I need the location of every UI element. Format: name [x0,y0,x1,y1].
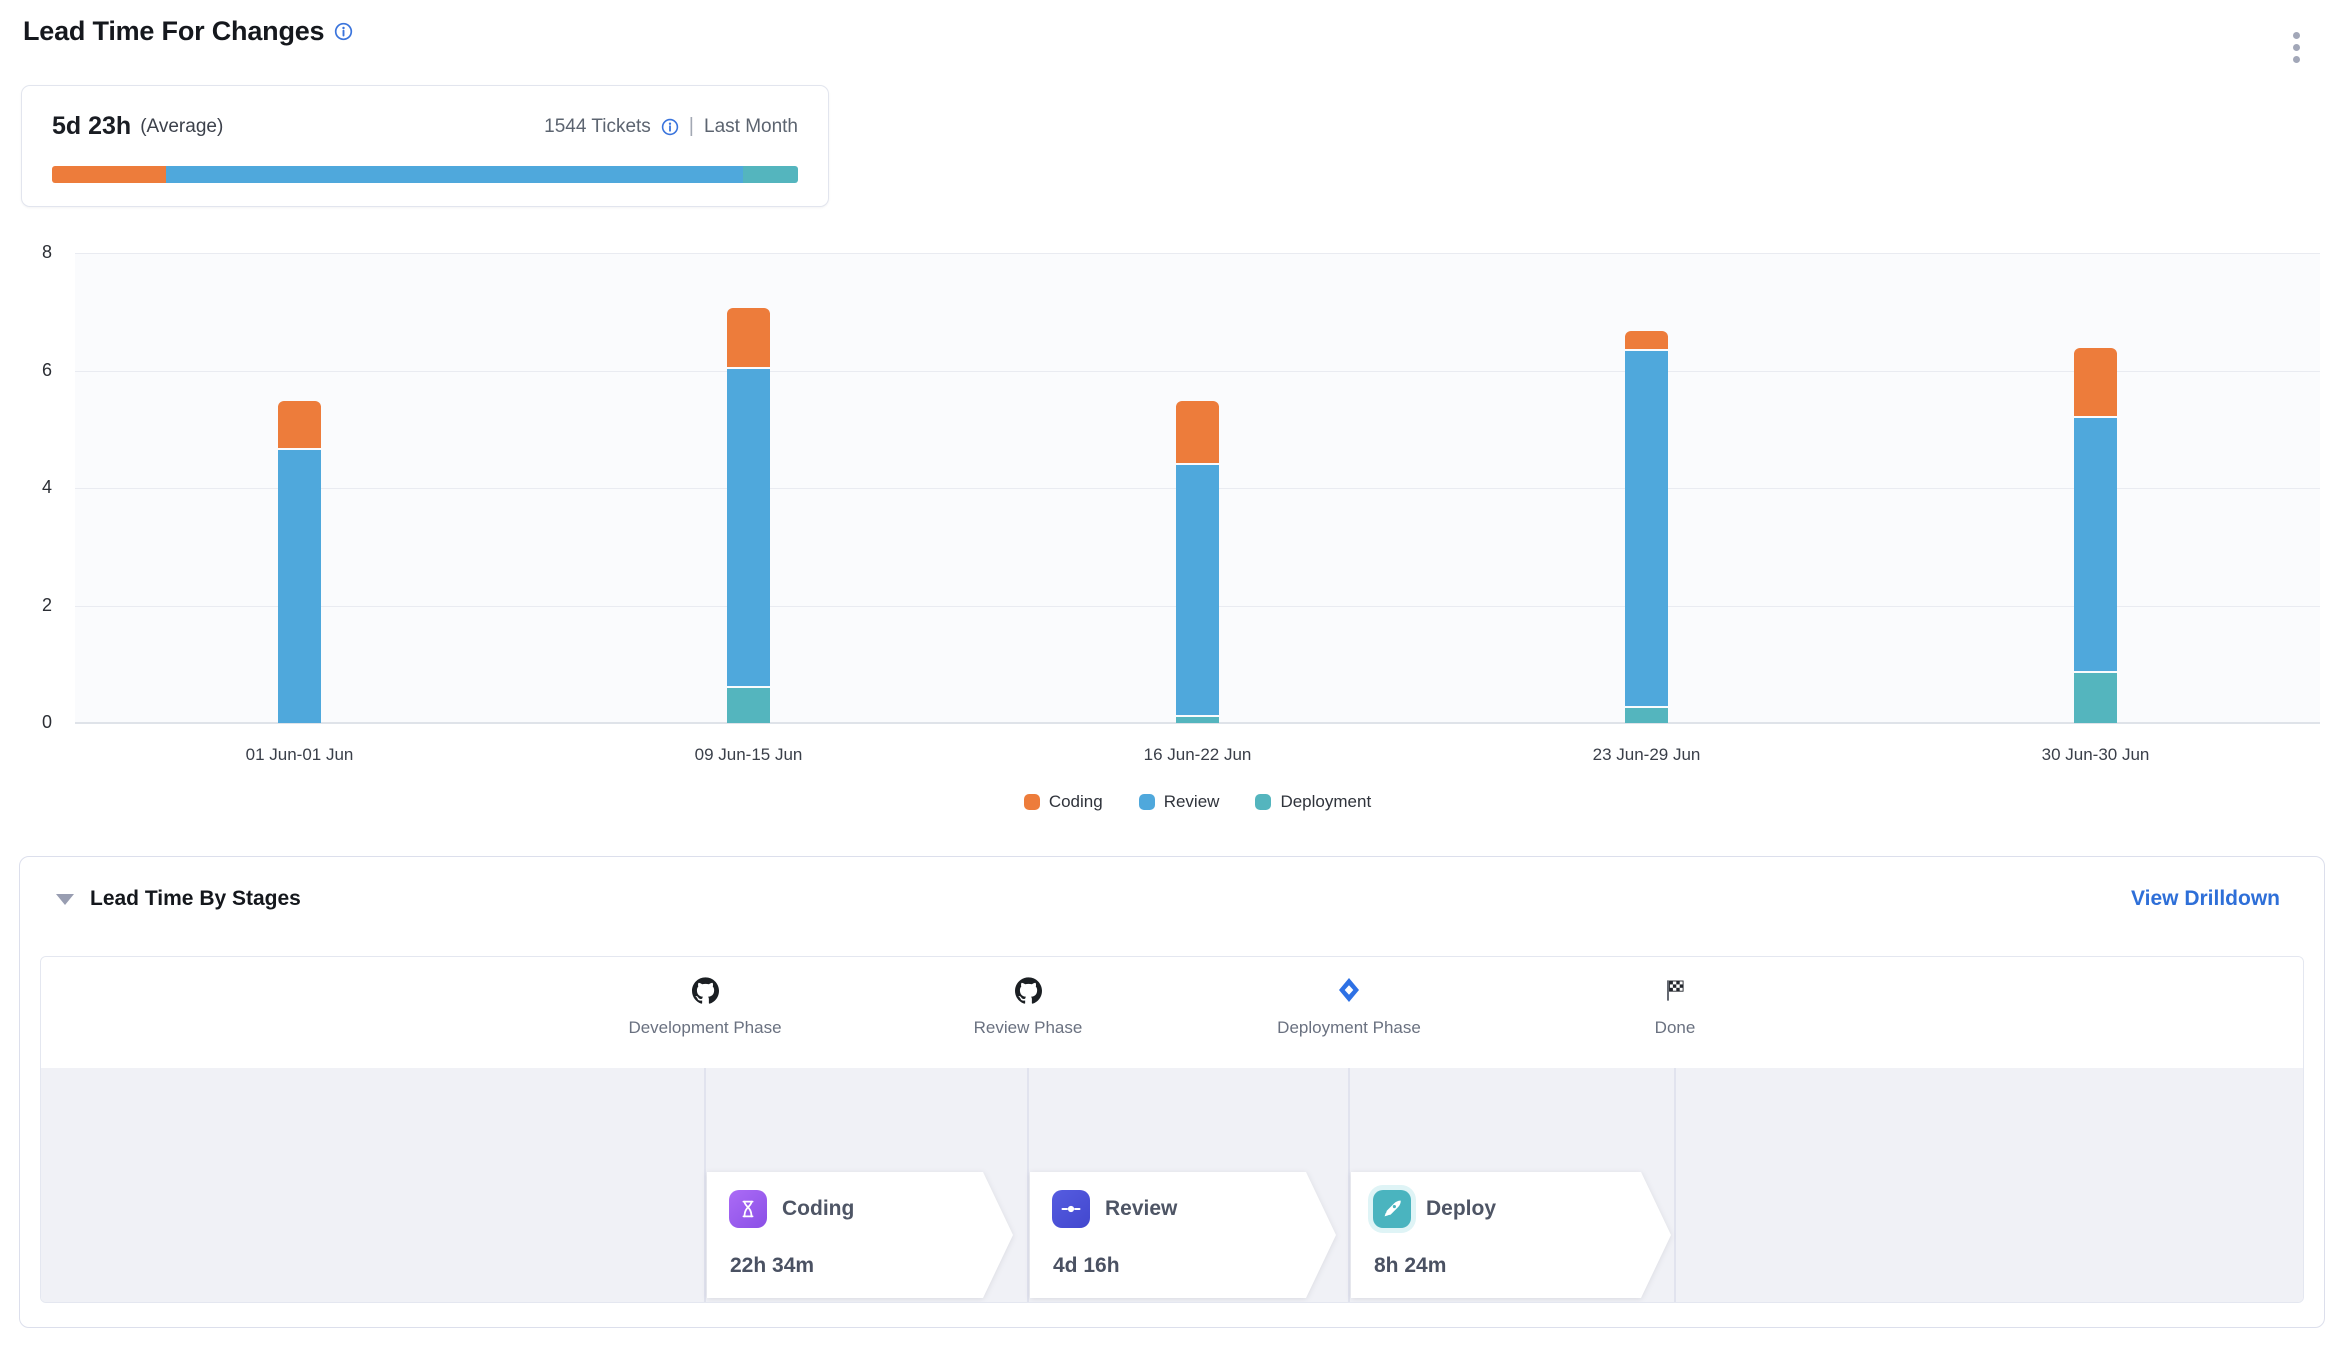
distribution-segment-review [166,166,743,183]
column-divider [1027,1068,1029,1303]
y-axis-tick: 6 [0,360,52,381]
bar-segment-coding[interactable] [278,401,321,448]
bar-segment-coding[interactable] [2074,348,2117,416]
x-axis-label: 30 Jun-30 Jun [1871,745,2320,765]
legend-swatch [1255,794,1271,810]
legend-swatch [1139,794,1155,810]
phase-done: Done [1545,975,1805,1038]
stage-name: Review [1105,1197,1177,1221]
widget-header: Lead Time For Changes [23,16,353,47]
stage-duration: 22h 34m [730,1254,814,1278]
github-icon [898,975,1158,1005]
bar-segment-deployment[interactable] [1625,708,1668,723]
phase-review: Review Phase [898,975,1158,1038]
legend-label: Deployment [1280,792,1371,812]
phase-label: Review Phase [898,1018,1158,1038]
stacked-bar-16 Jun-22 Jun[interactable] [1176,401,1219,723]
page-title: Lead Time For Changes [23,16,324,47]
x-axis-label: 01 Jun-01 Jun [75,745,524,765]
bar-segment-coding[interactable] [1176,401,1219,463]
x-axis-labels: 01 Jun-01 Jun09 Jun-15 Jun16 Jun-22 Jun2… [75,745,2320,765]
hourglass-icon [729,1190,767,1228]
y-axis-tick: 0 [0,712,52,733]
column-divider [1674,1068,1676,1303]
info-icon[interactable] [334,22,353,41]
average-lead-time-value: 5d 23h [52,112,131,141]
rocket-icon [1373,1190,1411,1228]
average-label: (Average) [140,116,223,138]
column-divider [704,1068,706,1303]
bar-segment-review[interactable] [1176,465,1219,715]
stage-distribution-bar [52,166,798,183]
checkered-flag-icon [1545,975,1805,1005]
stage-card-deploy: Deploy 8h 24m [1351,1172,1671,1298]
stacked-bar-01 Jun-01 Jun[interactable] [278,401,321,723]
phase-label: Done [1545,1018,1805,1038]
kebab-menu-icon[interactable] [2289,28,2304,67]
x-axis-label: 09 Jun-15 Jun [524,745,973,765]
chart-plot-area [75,253,2320,723]
bar-segment-deployment[interactable] [727,688,770,723]
collapse-chevron-icon[interactable] [56,894,74,905]
legend-label: Coding [1049,792,1103,812]
stacked-bar-30 Jun-30 Jun[interactable] [2074,348,2117,723]
stages-section-title: Lead Time By Stages [90,887,301,911]
phase-header-row: Development Phase Review Phase [41,957,2303,1068]
phase-development: Development Phase [575,975,835,1038]
stages-table: Development Phase Review Phase [40,956,2304,1303]
bar-segment-deployment[interactable] [1176,717,1219,723]
phase-label: Development Phase [575,1018,835,1038]
bar-segment-review[interactable] [2074,418,2117,671]
diamond-icon [1219,975,1479,1005]
stage-duration: 4d 16h [1053,1254,1120,1278]
bar-segment-review[interactable] [1625,351,1668,706]
lead-time-chart: 8 6 4 2 0 01 Jun-01 Jun09 Jun-15 Jun16 Jun-2… [0,240,2344,830]
bar-segment-coding[interactable] [1625,331,1668,349]
legend-swatch [1024,794,1040,810]
stage-name: Coding [782,1197,854,1221]
lead-time-widget: { "header": { "title": "Lead Time For Ch… [0,0,2344,1352]
legend-item-coding[interactable]: Coding [1024,792,1103,812]
period-label: Last Month [704,116,798,138]
github-icon [575,975,835,1005]
y-axis-tick: 8 [0,242,52,263]
y-axis-tick: 4 [0,477,52,498]
summary-card: 5d 23h (Average) 1544 Tickets | Last Mon… [21,85,829,207]
legend-item-deployment[interactable]: Deployment [1255,792,1371,812]
y-axis-tick: 2 [0,595,52,616]
legend-label: Review [1164,792,1220,812]
stage-duration: 8h 24m [1374,1254,1446,1278]
legend-item-review[interactable]: Review [1139,792,1220,812]
stage-card-review: Review 4d 16h [1030,1172,1336,1298]
view-drilldown-link[interactable]: View Drilldown [2131,887,2280,911]
stage-card-coding: Coding 22h 34m [707,1172,1013,1298]
distribution-segment-deployment [743,166,798,183]
bar-segment-review[interactable] [278,450,321,723]
chart-legend: Coding Review Deployment [75,792,2320,812]
x-axis-label: 16 Jun-22 Jun [973,745,1422,765]
distribution-segment-coding [52,166,166,183]
lead-time-by-stages-section: Lead Time By Stages View Drilldown Devel… [19,856,2325,1328]
git-commit-icon [1052,1190,1090,1228]
stacked-bar-09 Jun-15 Jun[interactable] [727,308,770,723]
x-axis-label: 23 Jun-29 Jun [1422,745,1871,765]
tickets-info-icon[interactable] [661,118,679,136]
bar-segment-review[interactable] [727,369,770,686]
phase-label: Deployment Phase [1219,1018,1479,1038]
bar-segment-coding[interactable] [727,308,770,367]
phase-deployment: Deployment Phase [1219,975,1479,1038]
stages-body: Coding 22h 34m [41,1068,2303,1303]
column-divider [1348,1068,1350,1303]
tickets-count: 1544 Tickets [544,116,651,138]
stacked-bar-23 Jun-29 Jun[interactable] [1625,331,1668,723]
separator: | [689,115,694,138]
stage-name: Deploy [1426,1197,1496,1221]
bar-segment-deployment[interactable] [2074,673,2117,723]
